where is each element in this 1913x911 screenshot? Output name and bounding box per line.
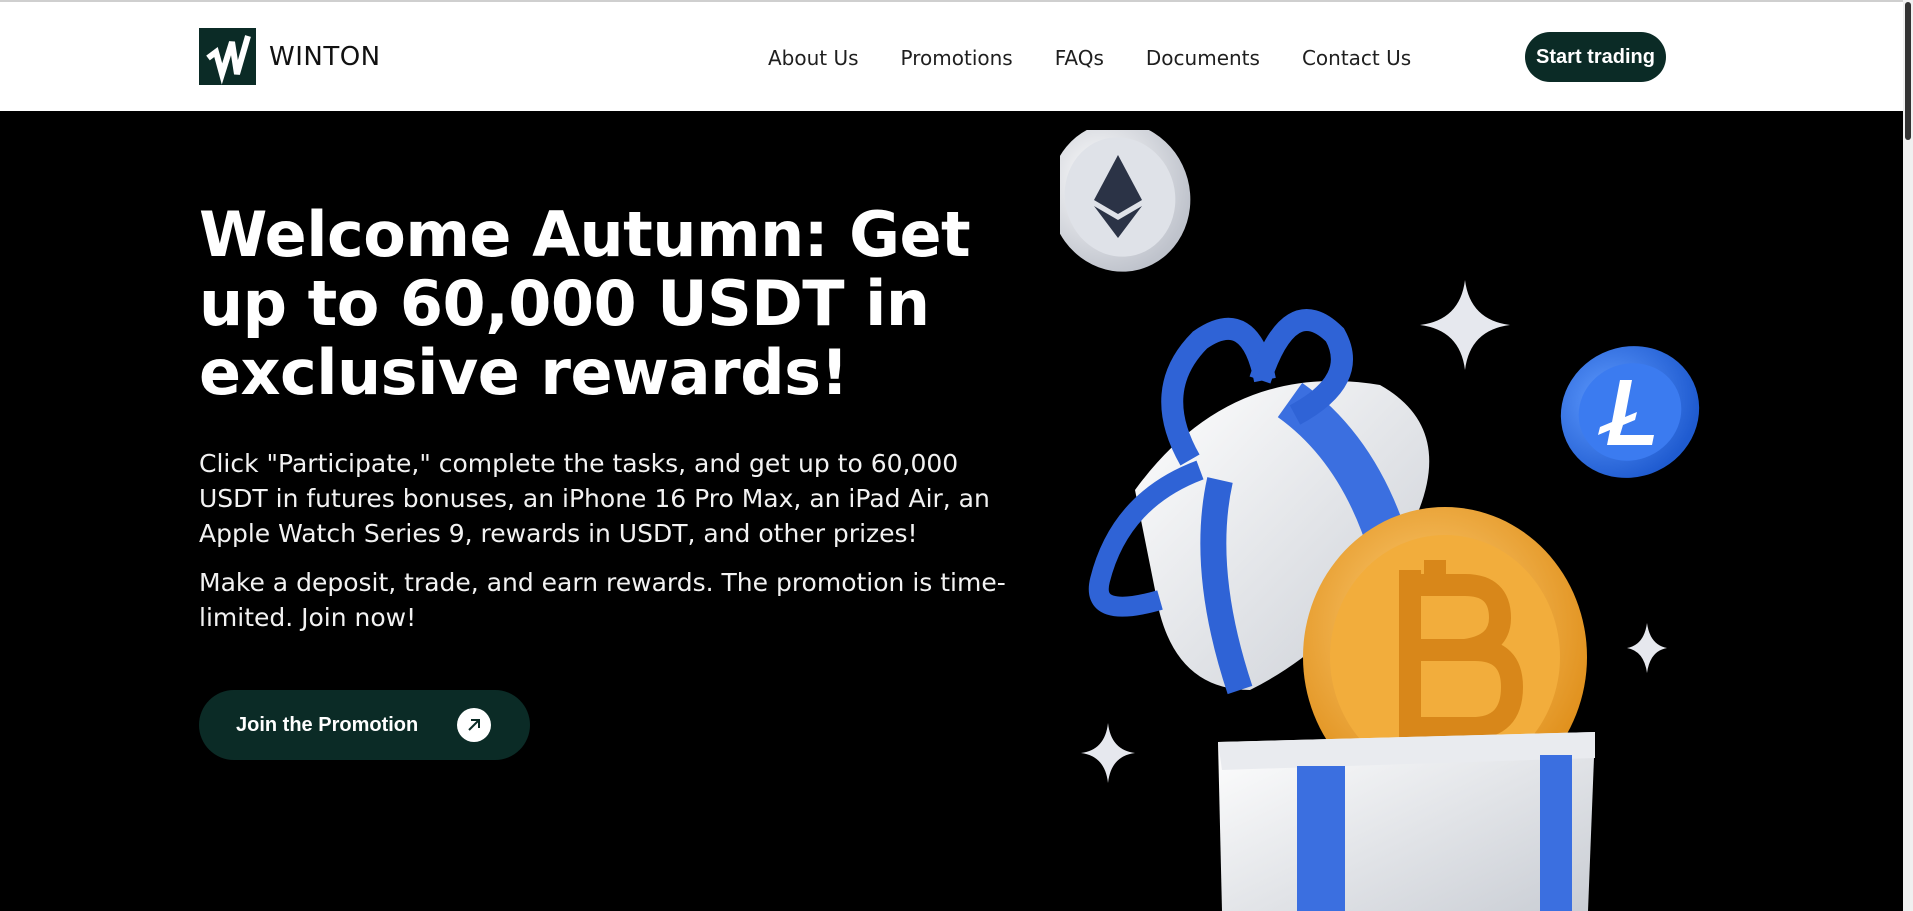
arrow-up-right-icon bbox=[457, 708, 491, 742]
hero-description: Click "Participate," complete the tasks,… bbox=[199, 449, 990, 548]
gift-box-icon bbox=[1218, 732, 1595, 911]
nav-about-us[interactable]: About Us bbox=[768, 46, 859, 70]
page-scrollbar[interactable] bbox=[1903, 0, 1913, 911]
scrollbar-thumb[interactable] bbox=[1905, 2, 1911, 140]
join-promotion-label: Join the Promotion bbox=[236, 713, 419, 736]
start-trading-button[interactable]: Start trading bbox=[1525, 32, 1666, 82]
hero-title: Welcome Autumn: Get up to 60,000 USDT in… bbox=[199, 198, 971, 409]
nav-faqs[interactable]: FAQs bbox=[1055, 46, 1104, 70]
join-promotion-button[interactable]: Join the Promotion bbox=[199, 690, 530, 760]
gift-illustration bbox=[1060, 130, 1700, 911]
litecoin-coin-icon bbox=[1560, 346, 1700, 478]
nav-contact-us[interactable]: Contact Us bbox=[1302, 46, 1411, 70]
brand-logo[interactable]: WINTON bbox=[199, 28, 381, 85]
main-nav: About Us Promotions FAQs Documents Conta… bbox=[768, 46, 1453, 70]
site-header: WINTON About Us Promotions FAQs Document… bbox=[0, 2, 1903, 111]
nav-documents[interactable]: Documents bbox=[1146, 46, 1260, 70]
nav-promotions[interactable]: Promotions bbox=[901, 46, 1013, 70]
brand-name: WINTON bbox=[269, 41, 381, 72]
w-mark-icon bbox=[199, 28, 256, 85]
ethereum-coin-icon bbox=[1060, 130, 1191, 272]
hero-subdescription: Make a deposit, trade, and earn rewards.… bbox=[199, 568, 1006, 632]
